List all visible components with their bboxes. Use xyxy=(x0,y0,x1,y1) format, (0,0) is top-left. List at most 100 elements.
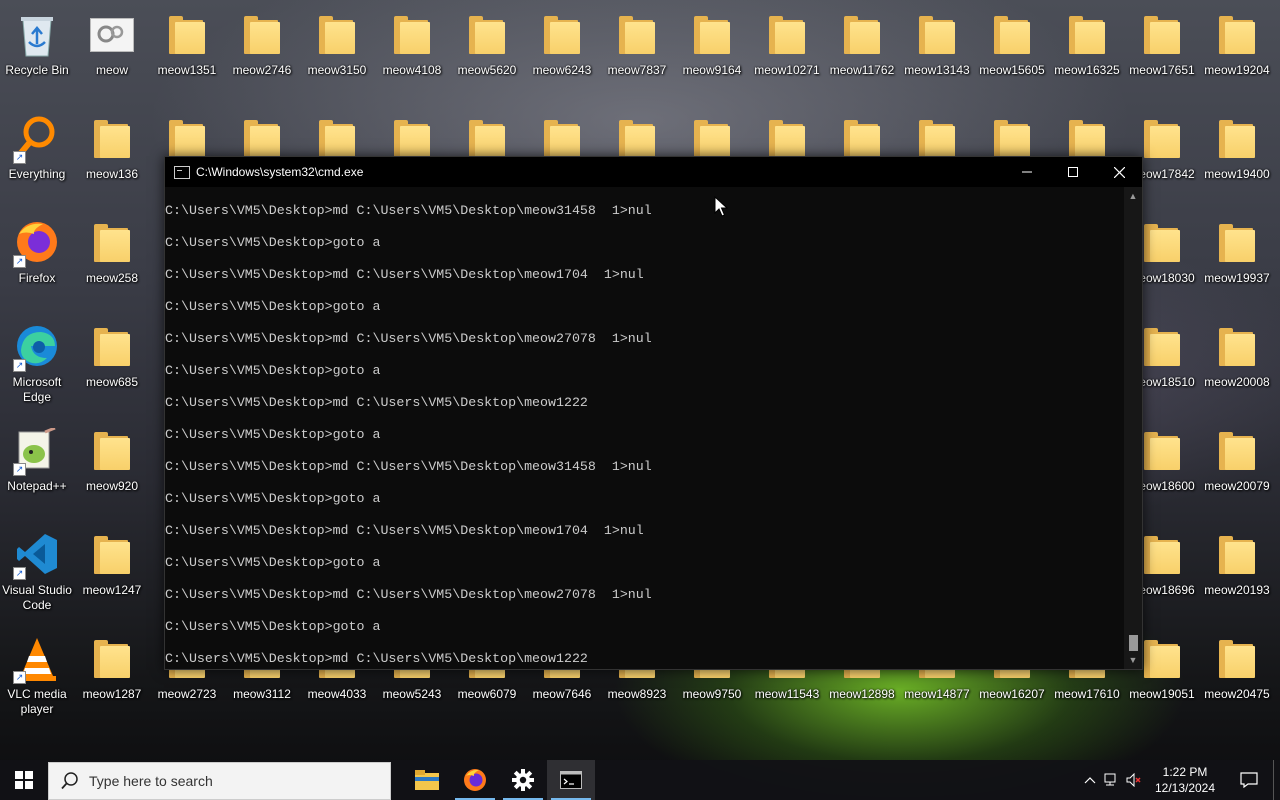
desktop-folder[interactable]: meow20079 xyxy=(1200,420,1274,520)
desktop-icon-label: meow685 xyxy=(85,375,139,389)
maximize-icon xyxy=(1068,167,1078,177)
settings-folder-icon xyxy=(88,12,136,60)
desktop-folder[interactable]: meow17651 xyxy=(1125,4,1199,104)
action-center-button[interactable] xyxy=(1225,760,1273,800)
scroll-down-arrow-icon[interactable]: ▼ xyxy=(1124,653,1142,667)
taskbar: Type here to search 1:22 PM 12/13/2024 xyxy=(0,760,1280,800)
desktop-folder[interactable]: meow685 xyxy=(75,316,149,416)
desktop-shortcut-edge[interactable]: ↗ Microsoft Edge xyxy=(0,316,74,416)
desktop-folder[interactable]: meow3150 xyxy=(300,4,374,104)
close-button[interactable] xyxy=(1096,157,1142,187)
desktop-folder[interactable]: meow9164 xyxy=(675,4,749,104)
desktop-folder[interactable]: meow7837 xyxy=(600,4,674,104)
desktop-shortcut-everything[interactable]: ↗ Everything xyxy=(0,108,74,208)
desktop-folder[interactable]: meow13143 xyxy=(900,4,974,104)
desktop-icon-label: meow3150 xyxy=(307,63,367,77)
cmd-icon xyxy=(560,771,582,789)
folder-icon xyxy=(1138,116,1186,164)
desktop-icon-label: meow4033 xyxy=(307,687,367,701)
desktop-folder[interactable]: meow2746 xyxy=(225,4,299,104)
desktop-folder[interactable]: meow20008 xyxy=(1200,316,1274,416)
console-output[interactable]: C:\Users\VM5\Desktop>md C:\Users\VM5\Des… xyxy=(165,187,1124,669)
desktop-shortcut-vlc[interactable]: ↗ VLC media player xyxy=(0,628,74,728)
desktop-folder[interactable]: meow136 xyxy=(75,108,149,208)
desktop-folder[interactable]: meow19204 xyxy=(1200,4,1274,104)
desktop-folder[interactable]: meow16325 xyxy=(1050,4,1124,104)
firefox-icon xyxy=(464,769,486,791)
taskbar-firefox[interactable] xyxy=(451,760,499,800)
windows-logo-icon xyxy=(15,771,33,789)
desktop-folder[interactable]: meow5620 xyxy=(450,4,524,104)
desktop-folder[interactable]: meow19937 xyxy=(1200,212,1274,312)
folder-icon xyxy=(1138,532,1186,580)
shortcut-arrow-icon: ↗ xyxy=(13,151,26,164)
shortcut-arrow-icon: ↗ xyxy=(13,359,26,372)
folder-icon xyxy=(88,428,136,476)
file-explorer-icon xyxy=(415,770,439,790)
folder-icon xyxy=(238,12,286,60)
desktop-shortcut-settings-folder[interactable]: meow xyxy=(75,4,149,104)
desktop-folder[interactable]: meow11762 xyxy=(825,4,899,104)
desktop-icon-label: Everything xyxy=(8,167,66,181)
taskbar-file-explorer[interactable] xyxy=(403,760,451,800)
console-line: C:\Users\VM5\Desktop>goto a xyxy=(165,363,381,378)
taskbar-cmd[interactable] xyxy=(547,760,595,800)
console-line: C:\Users\VM5\Desktop>md C:\Users\VM5\Des… xyxy=(165,651,588,666)
desktop-icon-label: meow15605 xyxy=(979,63,1045,77)
desktop-folder[interactable]: meow1287 xyxy=(75,628,149,728)
vlc-icon: ↗ xyxy=(13,636,61,684)
desktop-icon-label: meow2746 xyxy=(232,63,292,77)
close-icon xyxy=(1113,166,1125,178)
desktop-shortcut-firefox[interactable]: ↗ Firefox xyxy=(0,212,74,312)
desktop-shortcut-recycle[interactable]: Recycle Bin xyxy=(0,4,74,104)
desktop-shortcut-notepadpp[interactable]: ↗ Notepad++ xyxy=(0,420,74,520)
desktop-icon-label: meow11762 xyxy=(829,63,895,77)
desktop-folder[interactable]: meow1247 xyxy=(75,524,149,624)
console-scrollbar[interactable]: ▲ ▼ xyxy=(1124,187,1142,669)
cmd-titlebar[interactable]: C:\Windows\system32\cmd.exe xyxy=(165,157,1142,187)
desktop-folder[interactable]: meow6243 xyxy=(525,4,599,104)
desktop-folder[interactable]: meow10271 xyxy=(750,4,824,104)
minimize-button[interactable] xyxy=(1004,157,1050,187)
folder-icon xyxy=(88,324,136,372)
show-desktop-button[interactable] xyxy=(1273,760,1280,800)
desktop-icon-label: meow20079 xyxy=(1204,479,1270,493)
show-hidden-icons-chevron-icon[interactable] xyxy=(1079,760,1101,800)
desktop-folder[interactable]: meow4108 xyxy=(375,4,449,104)
folder-icon xyxy=(1213,220,1261,268)
folder-icon xyxy=(913,12,961,60)
desktop-folder[interactable]: meow920 xyxy=(75,420,149,520)
volume-muted-icon[interactable] xyxy=(1123,760,1145,800)
maximize-button[interactable] xyxy=(1050,157,1096,187)
taskbar-clock[interactable]: 1:22 PM 12/13/2024 xyxy=(1145,764,1225,796)
desktop-folder[interactable]: meow15605 xyxy=(975,4,1049,104)
desktop-icon-label: meow20475 xyxy=(1204,687,1270,701)
desktop-folder[interactable]: meow20193 xyxy=(1200,524,1274,624)
firefox-icon: ↗ xyxy=(13,220,61,268)
desktop-shortcut-vscode[interactable]: ↗ Visual Studio Code xyxy=(0,524,74,624)
cmd-window[interactable]: C:\Windows\system32\cmd.exe C:\Users\VM5… xyxy=(164,156,1143,670)
folder-icon xyxy=(1063,12,1111,60)
desktop-icon-label: meow16325 xyxy=(1054,63,1120,77)
desktop-icon-label: meow19051 xyxy=(1129,687,1195,701)
desktop-icon-label: meow17651 xyxy=(1129,63,1195,77)
folder-icon xyxy=(688,12,736,60)
desktop-folder[interactable]: meow20475 xyxy=(1200,628,1274,728)
desktop-folder[interactable]: meow19400 xyxy=(1200,108,1274,208)
settings-gear-icon xyxy=(512,769,534,791)
desktop-folder[interactable]: meow1351 xyxy=(150,4,224,104)
scroll-up-arrow-icon[interactable]: ▲ xyxy=(1124,189,1142,203)
folder-icon xyxy=(613,12,661,60)
network-icon[interactable] xyxy=(1101,760,1123,800)
start-button[interactable] xyxy=(0,760,48,800)
taskbar-settings[interactable] xyxy=(499,760,547,800)
taskbar-search-box[interactable]: Type here to search xyxy=(48,761,391,800)
cmd-window-title: C:\Windows\system32\cmd.exe xyxy=(196,165,364,179)
edge-icon: ↗ xyxy=(13,324,61,372)
desktop-icon-label: meow1247 xyxy=(82,583,142,597)
desktop-folder[interactable]: meow258 xyxy=(75,212,149,312)
scroll-thumb[interactable] xyxy=(1129,635,1138,651)
desktop-icon-label: meow19400 xyxy=(1204,167,1270,181)
folder-icon xyxy=(88,116,136,164)
folder-icon xyxy=(1213,636,1261,684)
